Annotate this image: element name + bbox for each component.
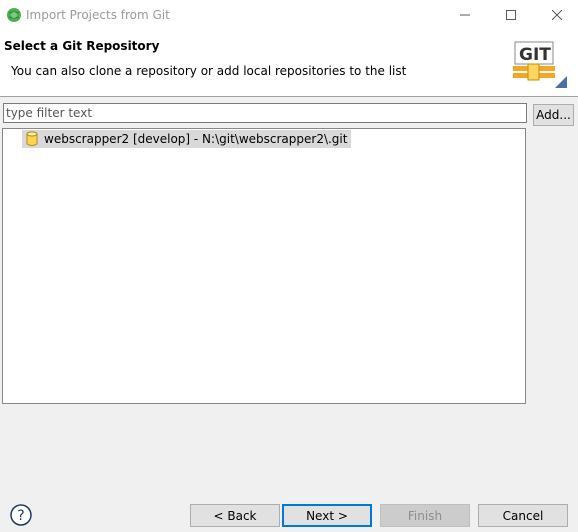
filter-input[interactable] [3,103,527,123]
repository-label: webscrapper2 [develop] - N:\git\webscrap… [44,132,348,146]
list-item[interactable]: webscrapper2 [develop] - N:\git\webscrap… [22,130,352,148]
repository-icon [26,131,38,146]
git-logo-icon: GIT [513,41,567,88]
close-button[interactable] [534,0,578,30]
window-title: Import Projects from Git [26,8,170,22]
help-icon[interactable]: ? [10,504,32,526]
svg-text:?: ? [17,508,24,524]
close-icon [552,10,562,20]
git-logo-text: GIT [519,45,551,65]
finish-button[interactable]: Finish [380,504,470,527]
maximize-button[interactable] [488,0,534,30]
page-description: You can also clone a repository or add l… [11,64,407,78]
next-button[interactable]: Next > [282,504,372,527]
title-bar: Import Projects from Git [0,0,578,30]
minimize-icon [460,14,470,16]
page-title: Select a Git Repository [4,39,160,53]
eclipse-app-icon [7,8,21,22]
repository-list[interactable]: webscrapper2 [develop] - N:\git\webscrap… [2,128,526,404]
maximize-icon [506,10,516,20]
minimize-button[interactable] [442,0,488,30]
add-repository-button[interactable]: Add... [533,104,574,126]
wizard-header: Select a Git Repository You can also clo… [0,30,578,97]
cancel-button[interactable]: Cancel [478,504,568,527]
back-button[interactable]: < Back [190,504,280,527]
